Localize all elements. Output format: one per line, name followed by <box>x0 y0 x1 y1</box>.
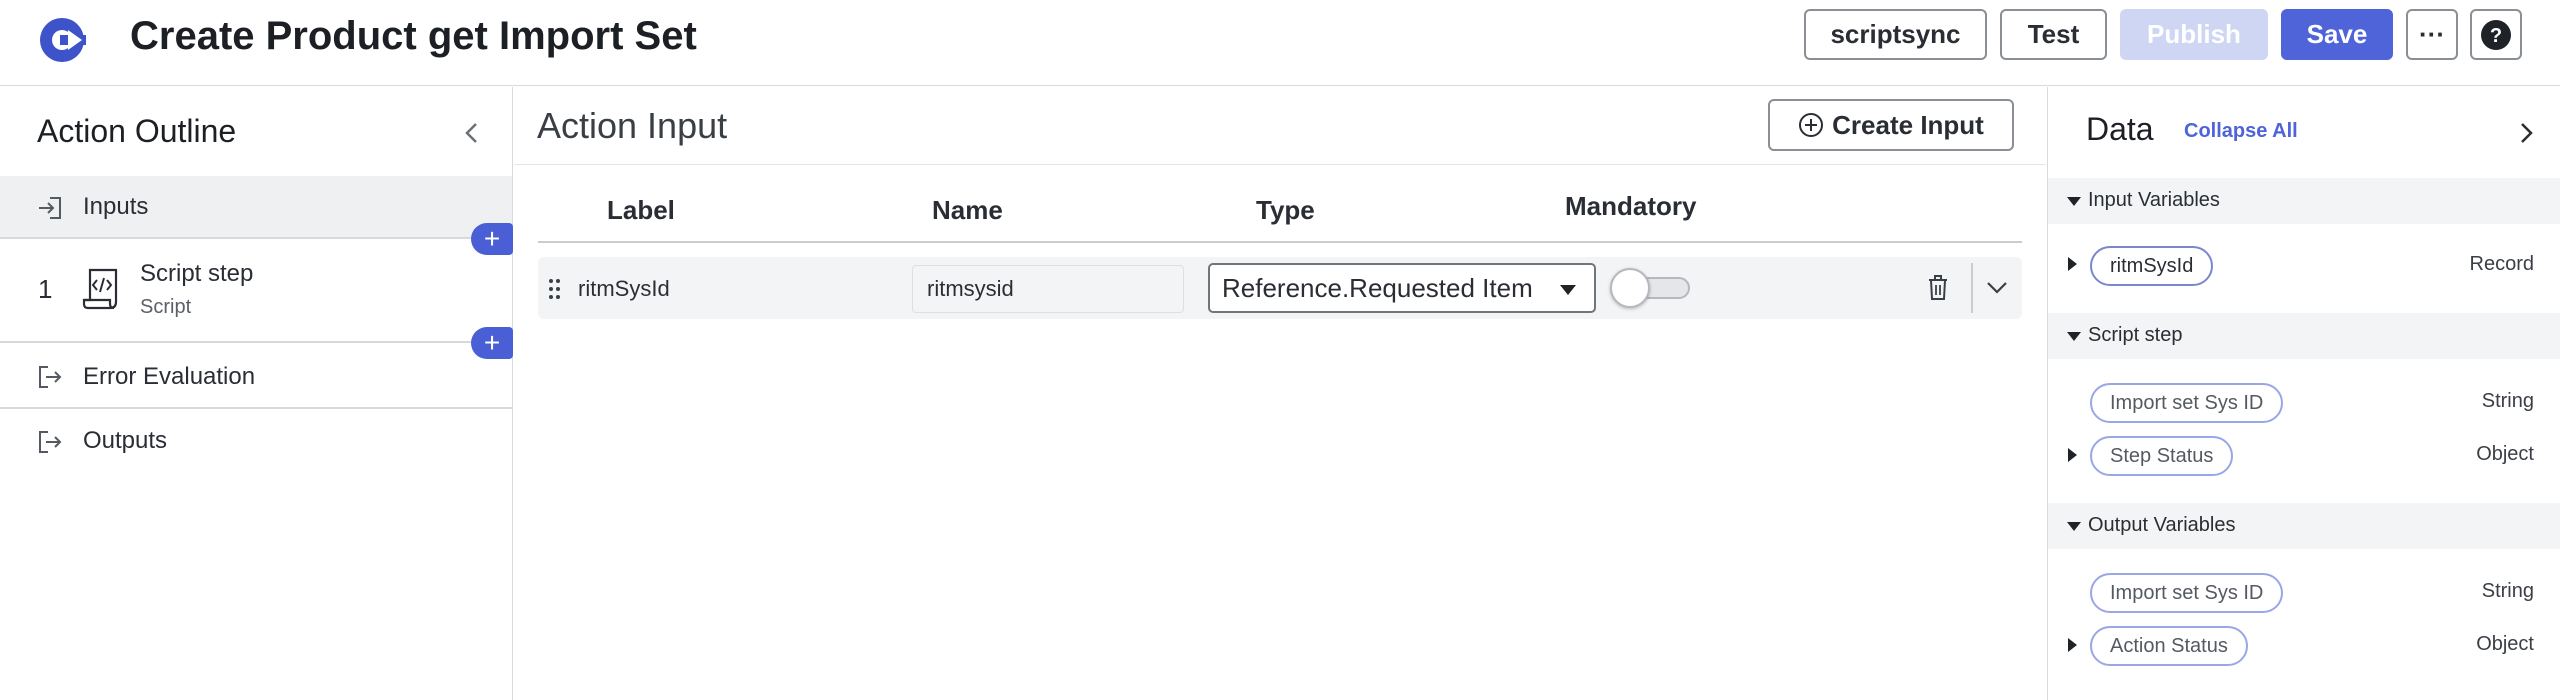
outline-item-inputs[interactable]: Inputs <box>0 176 512 239</box>
dropdown-caret-icon <box>1560 285 1576 295</box>
step-type: Script <box>140 296 192 318</box>
save-button[interactable]: Save <box>2281 9 2393 60</box>
section-label: Output Variables <box>2088 514 2236 536</box>
help-icon: ? <box>2481 19 2511 50</box>
mandatory-toggle[interactable] <box>1610 268 1692 308</box>
outline-title: Action Outline <box>37 113 237 149</box>
svg-text:?: ? <box>2490 25 2502 47</box>
more-actions-button[interactable]: ··· <box>2406 9 2458 60</box>
action-input-header: Action Input Create Input <box>514 87 2046 165</box>
row-type-value: Reference.Requested Item <box>1222 273 1533 303</box>
outline-item-outputs[interactable]: Outputs <box>0 410 512 474</box>
data-pill[interactable]: Action Status <box>2090 626 2248 666</box>
trash-icon[interactable] <box>1926 275 1950 301</box>
action-input-title: Action Input <box>537 105 728 146</box>
inputs-icon <box>39 197 61 219</box>
caret-right-icon[interactable] <box>2068 257 2077 271</box>
column-header-mandatory: Mandatory <box>1565 191 1697 221</box>
data-pill[interactable]: Import set Sys ID <box>2090 573 2284 613</box>
create-input-label: Create Input <box>1832 109 1984 140</box>
outline-inputs-label: Inputs <box>83 193 149 220</box>
data-pill[interactable]: ritmSysId <box>2090 246 2214 286</box>
table-row: ritmSysId ritmsysid Reference.Requested … <box>538 257 2022 319</box>
step-number: 1 <box>38 274 53 304</box>
script-step-icon <box>82 268 118 310</box>
data-pill[interactable]: Step Status <box>2090 436 2234 476</box>
data-type: String <box>2481 390 2534 412</box>
test-button[interactable]: Test <box>2000 9 2107 60</box>
outline-error-label: Error Evaluation <box>83 363 256 390</box>
outline-item-script-step[interactable]: 1 Script step Script <box>0 240 512 343</box>
error-evaluation-icon <box>39 366 62 388</box>
outline-item-error-evaluation[interactable]: Error Evaluation <box>0 345 512 409</box>
section-label: Script step <box>2088 324 2183 346</box>
section-script-step[interactable]: Script step <box>2048 313 2560 359</box>
row-label-value[interactable]: ritmSysId <box>578 276 670 302</box>
column-header-label: Label <box>607 195 675 225</box>
data-panel: Data Collapse All Input Variables ritmSy… <box>2047 87 2560 700</box>
collapse-all-link[interactable]: Collapse All <box>2184 120 2298 143</box>
publish-button[interactable]: Publish <box>2120 9 2268 60</box>
drag-handle-icon[interactable] <box>548 278 562 300</box>
step-name: Script step <box>140 260 254 287</box>
data-type: String <box>2481 580 2534 602</box>
toggle-knob <box>1610 268 1650 308</box>
data-type: Record <box>2469 253 2534 275</box>
collapse-outline-icon[interactable] <box>462 119 482 147</box>
caret-down-icon <box>2067 197 2081 206</box>
data-pill[interactable]: Import set Sys ID <box>2090 383 2284 423</box>
collapse-data-panel-icon[interactable] <box>2516 119 2536 147</box>
section-input-variables[interactable]: Input Variables <box>2048 178 2560 224</box>
data-type: Object <box>2476 633 2534 655</box>
expand-row-icon[interactable] <box>1986 281 2008 295</box>
row-name-input[interactable]: ritmsysid <box>912 265 1184 313</box>
flow-designer-logo-icon[interactable] <box>38 14 90 66</box>
app-header: Create Product get Import Set scriptsync… <box>0 0 2560 86</box>
column-header-type: Type <box>1256 195 1315 225</box>
plus-circle-icon <box>1799 113 1824 137</box>
create-input-button[interactable]: Create Input <box>1768 99 2014 151</box>
row-type-select[interactable]: Reference.Requested Item <box>1208 263 1596 313</box>
section-output-variables[interactable]: Output Variables <box>2048 503 2560 549</box>
page-title: Create Product get Import Set <box>130 14 697 58</box>
table-header-divider <box>538 241 2022 243</box>
caret-right-icon[interactable] <box>2068 448 2077 462</box>
column-header-name: Name <box>932 195 1003 225</box>
row-action-divider <box>1971 263 1973 313</box>
help-button[interactable]: ? <box>2470 9 2522 60</box>
caret-down-icon <box>2067 332 2081 341</box>
action-input-panel: Action Input Create Input Label Name Typ… <box>514 87 2046 700</box>
action-outline-panel: Action Outline Inputs + 1 Script step Sc… <box>0 87 513 700</box>
section-label: Input Variables <box>2088 189 2220 211</box>
caret-down-icon <box>2067 522 2081 531</box>
caret-right-icon[interactable] <box>2068 638 2077 652</box>
scriptsync-button[interactable]: scriptsync <box>1804 9 1987 60</box>
data-type: Object <box>2476 443 2534 465</box>
data-panel-title: Data <box>2086 111 2154 147</box>
outline-outputs-label: Outputs <box>83 427 168 454</box>
outputs-icon <box>39 431 62 453</box>
